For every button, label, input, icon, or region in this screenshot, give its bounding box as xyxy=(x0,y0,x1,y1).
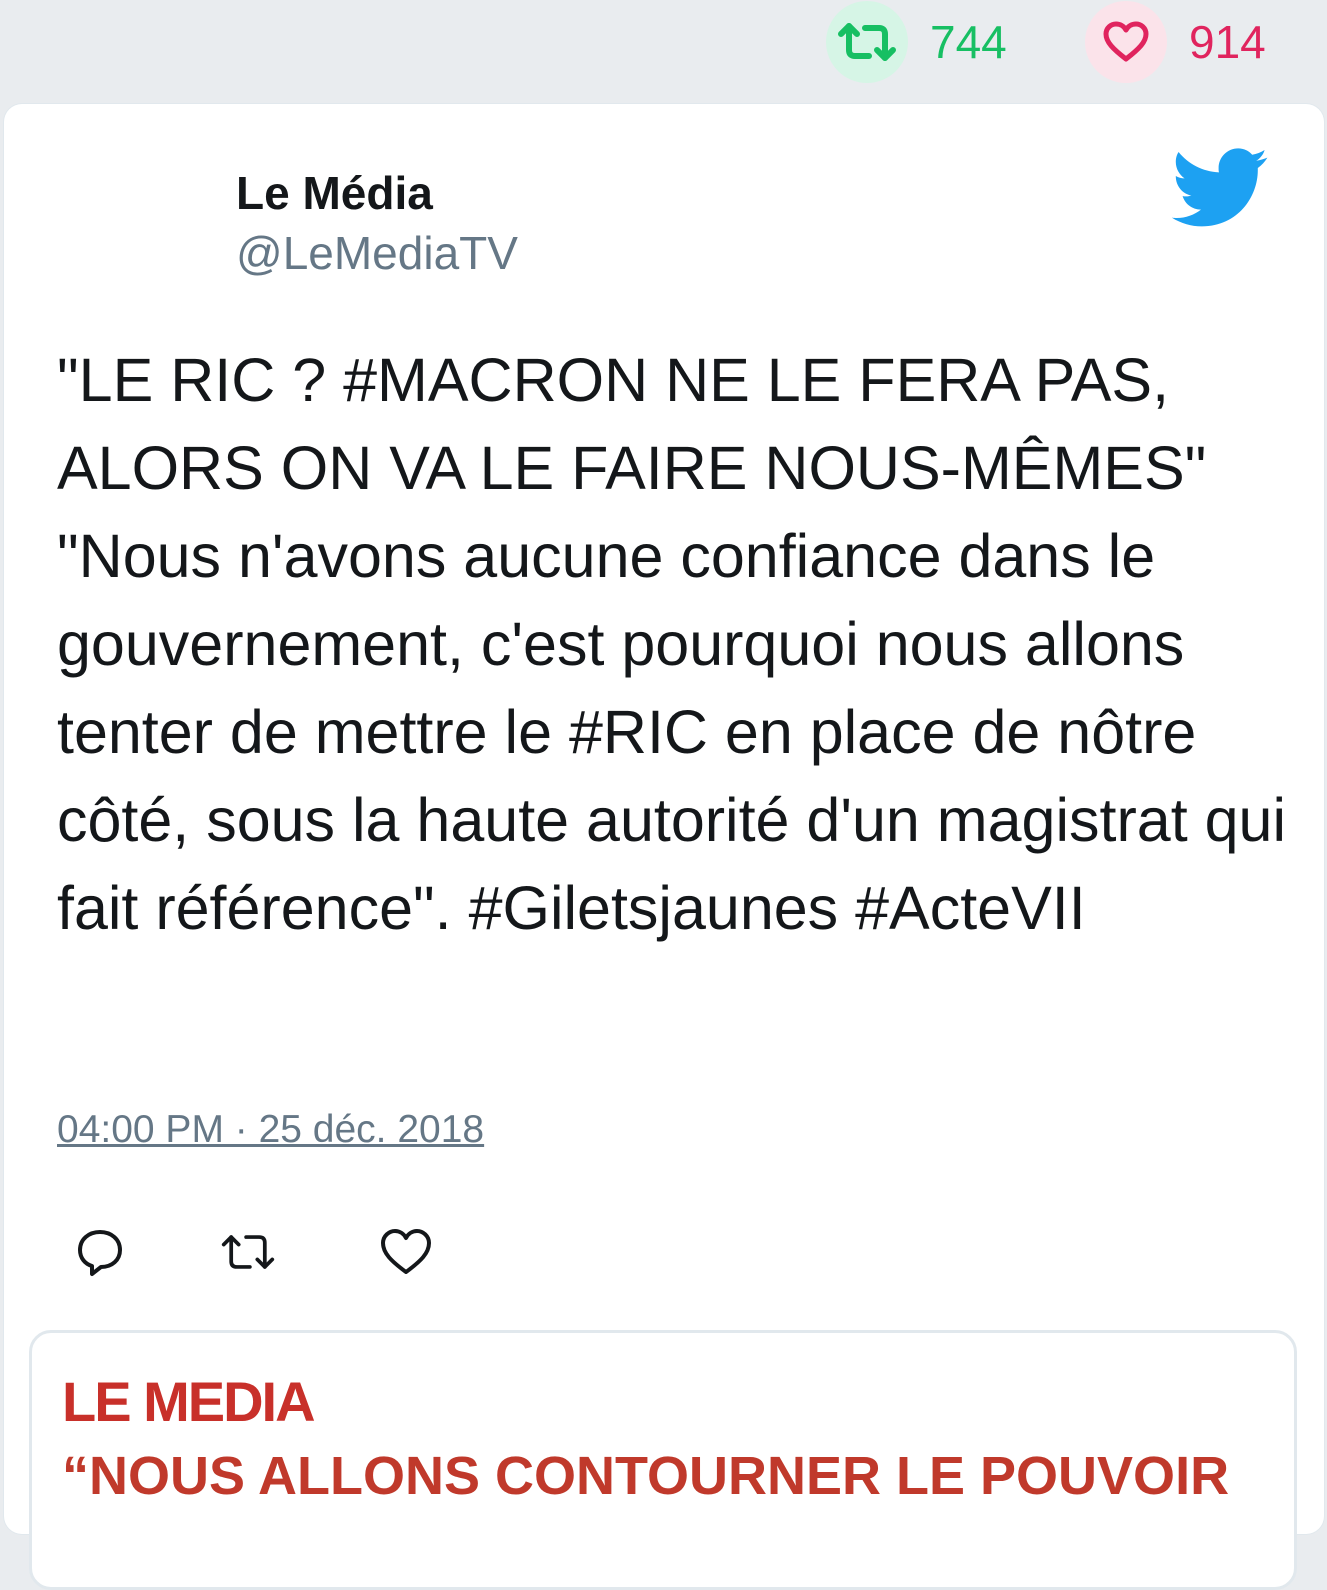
heart-icon[interactable] xyxy=(378,1224,434,1280)
like-bubble xyxy=(1085,1,1167,83)
media-logo: LE MEDIA xyxy=(62,1370,316,1433)
retweet-count-button[interactable]: 744 xyxy=(826,0,1007,84)
tweet-card: Le Média @LeMediaTV "LE RIC ? #MACRON NE… xyxy=(4,104,1324,1590)
heart-icon xyxy=(1103,21,1149,62)
tweet-text: "LE RIC ? #MACRON NE LE FERA PAS, ALORS … xyxy=(57,346,1303,942)
media-preview[interactable]: LE MEDIA “NOUS ALLONS CONTOURNER LE POUV… xyxy=(29,1330,1297,1590)
engagement-bar: 744 914 xyxy=(0,0,1327,100)
author-name[interactable]: Le Média xyxy=(236,166,433,220)
media-headline: “NOUS ALLONS CONTOURNER LE POUVOIR xyxy=(62,1446,1230,1506)
author-handle[interactable]: @LeMediaTV xyxy=(236,226,518,280)
retweet-count: 744 xyxy=(930,16,1007,68)
retweet-icon[interactable] xyxy=(220,1224,276,1280)
like-count-button[interactable]: 914 xyxy=(1085,0,1266,84)
retweet-icon xyxy=(838,23,896,61)
like-count: 914 xyxy=(1189,16,1266,68)
twitter-bird-icon[interactable] xyxy=(1172,148,1270,228)
tweet-timestamp[interactable]: 04:00 PM · 25 déc. 2018 xyxy=(57,1108,484,1152)
reply-icon[interactable] xyxy=(72,1224,128,1280)
retweet-bubble xyxy=(826,1,908,83)
